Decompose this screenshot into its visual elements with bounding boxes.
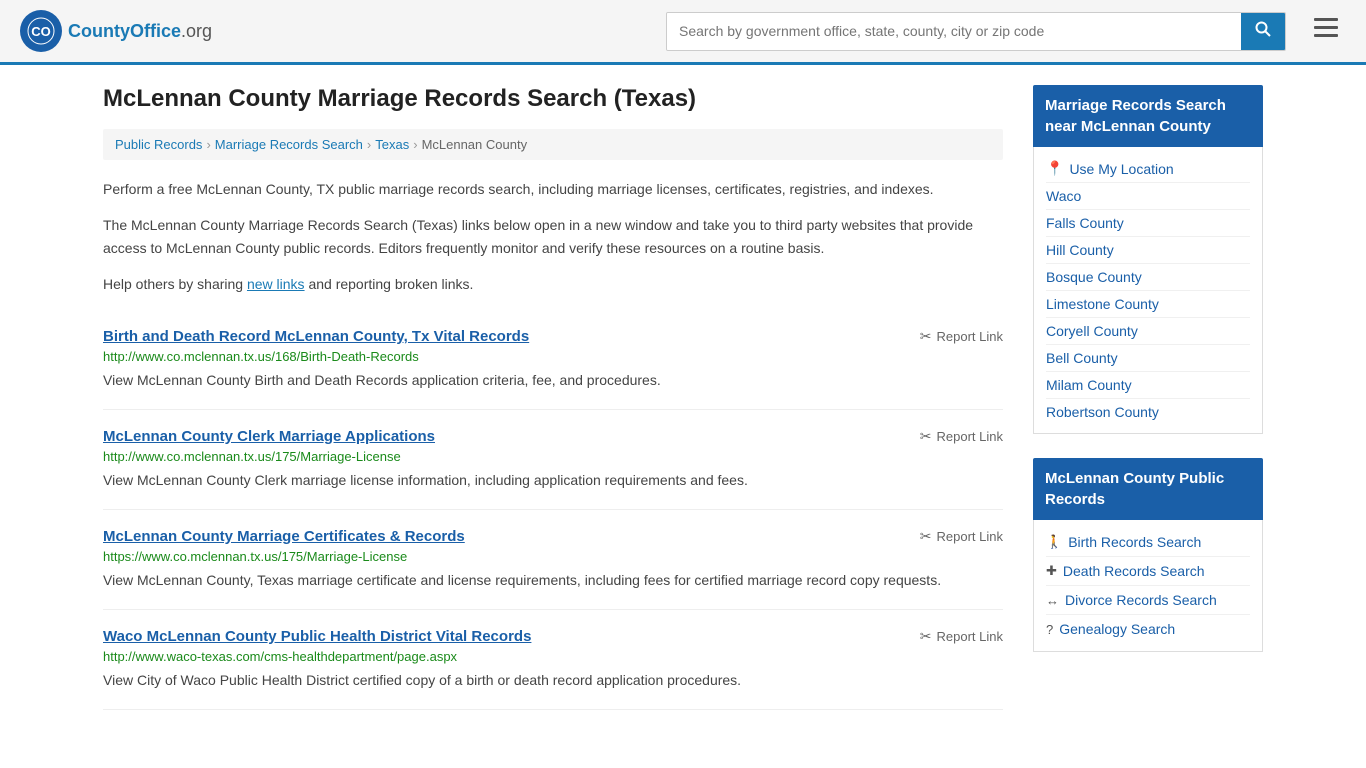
description-p2: The McLennan County Marriage Records Sea…: [103, 214, 1003, 259]
logo-text: CountyOffice.org: [68, 21, 212, 42]
arrows-icon: ↔: [1046, 593, 1059, 608]
use-my-location-link[interactable]: 📍 Use My Location: [1046, 160, 1250, 177]
breadcrumb-sep-2: ›: [367, 137, 371, 152]
logo-icon: CO: [20, 10, 62, 52]
breadcrumb-texas[interactable]: Texas: [375, 137, 409, 152]
result-desc: View McLennan County Clerk marriage lice…: [103, 470, 1003, 491]
genealogy-item[interactable]: ? Genealogy Search: [1046, 615, 1250, 643]
report-link[interactable]: ✂ Report Link: [920, 428, 1003, 445]
report-label: Report Link: [937, 329, 1003, 344]
public-records-header: McLennan County Public Records: [1033, 458, 1263, 520]
report-label: Report Link: [937, 629, 1003, 644]
nearby-section-header: Marriage Records Search near McLennan Co…: [1033, 85, 1263, 147]
result-item: McLennan County Clerk Marriage Applicati…: [103, 410, 1003, 510]
result-item: McLennan County Marriage Certificates & …: [103, 510, 1003, 610]
breadcrumb: Public Records › Marriage Records Search…: [103, 129, 1003, 160]
result-url: https://www.co.mclennan.tx.us/175/Marria…: [103, 549, 1003, 564]
breadcrumb-public-records[interactable]: Public Records: [115, 137, 202, 152]
result-url: http://www.co.mclennan.tx.us/168/Birth-D…: [103, 349, 1003, 364]
divorce-records-item[interactable]: ↔ Divorce Records Search: [1046, 586, 1250, 615]
report-link[interactable]: ✂ Report Link: [920, 328, 1003, 345]
public-records-list: 🚶 Birth Records Search ✚ Death Records S…: [1033, 520, 1263, 652]
divorce-records-link[interactable]: Divorce Records Search: [1065, 592, 1217, 608]
sidebar-item-bosque-county[interactable]: Bosque County: [1046, 264, 1250, 291]
death-records-link[interactable]: Death Records Search: [1063, 563, 1205, 579]
site-header: CO CountyOffice.org: [0, 0, 1366, 65]
question-icon: ?: [1046, 622, 1053, 637]
breadcrumb-sep-3: ›: [413, 137, 417, 152]
sidebar-item-falls-county[interactable]: Falls County: [1046, 210, 1250, 237]
report-icon: ✂: [920, 628, 932, 645]
report-icon: ✂: [920, 528, 932, 545]
result-item: Waco McLennan County Public Health Distr…: [103, 610, 1003, 710]
main-container: McLennan County Marriage Records Search …: [83, 65, 1283, 730]
description-p3: Help others by sharing new links and rep…: [103, 273, 1003, 295]
breadcrumb-sep-1: ›: [206, 137, 210, 152]
sidebar-item-waco[interactable]: Waco: [1046, 183, 1250, 210]
result-title[interactable]: McLennan County Marriage Certificates & …: [103, 528, 465, 545]
birth-records-link[interactable]: Birth Records Search: [1068, 534, 1201, 550]
menu-button[interactable]: [1306, 14, 1346, 48]
sidebar-item-milam-county[interactable]: Milam County: [1046, 372, 1250, 399]
coryell-county-link[interactable]: Coryell County: [1046, 323, 1250, 339]
site-logo[interactable]: CO CountyOffice.org: [20, 10, 212, 52]
result-url: http://www.co.mclennan.tx.us/175/Marriag…: [103, 449, 1003, 464]
report-link[interactable]: ✂ Report Link: [920, 528, 1003, 545]
bosque-county-link[interactable]: Bosque County: [1046, 269, 1250, 285]
result-title[interactable]: Waco McLennan County Public Health Distr…: [103, 628, 531, 645]
public-records-section: McLennan County Public Records 🚶 Birth R…: [1033, 458, 1263, 652]
report-icon: ✂: [920, 328, 932, 345]
limestone-county-link[interactable]: Limestone County: [1046, 296, 1250, 312]
desc-p3-suffix: and reporting broken links.: [305, 276, 474, 292]
result-item: Birth and Death Record McLennan County, …: [103, 310, 1003, 410]
result-title[interactable]: McLennan County Clerk Marriage Applicati…: [103, 428, 435, 445]
sidebar-item-hill-county[interactable]: Hill County: [1046, 237, 1250, 264]
result-url: http://www.waco-texas.com/cms-healthdepa…: [103, 649, 1003, 664]
result-desc: View McLennan County Birth and Death Rec…: [103, 370, 1003, 391]
hill-county-link[interactable]: Hill County: [1046, 242, 1250, 258]
sidebar-item-coryell-county[interactable]: Coryell County: [1046, 318, 1250, 345]
search-bar: [666, 12, 1286, 51]
waco-link[interactable]: Waco: [1046, 188, 1250, 204]
nearby-list: 📍 Use My Location Waco Falls County Hill…: [1033, 147, 1263, 434]
robertson-county-link[interactable]: Robertson County: [1046, 404, 1250, 420]
milam-county-link[interactable]: Milam County: [1046, 377, 1250, 393]
death-records-item[interactable]: ✚ Death Records Search: [1046, 557, 1250, 586]
result-desc: View City of Waco Public Health District…: [103, 670, 1003, 691]
page-title: McLennan County Marriage Records Search …: [103, 85, 1003, 113]
breadcrumb-current: McLennan County: [422, 137, 528, 152]
person-icon: 🚶: [1046, 534, 1062, 550]
search-button[interactable]: [1241, 13, 1285, 50]
sidebar: Marriage Records Search near McLennan Co…: [1033, 85, 1263, 710]
nearby-section: Marriage Records Search near McLennan Co…: [1033, 85, 1263, 434]
genealogy-link[interactable]: Genealogy Search: [1059, 621, 1175, 637]
svg-text:CO: CO: [31, 24, 51, 39]
result-desc: View McLennan County, Texas marriage cer…: [103, 570, 1003, 591]
use-my-location-item[interactable]: 📍 Use My Location: [1046, 155, 1250, 183]
report-icon: ✂: [920, 428, 932, 445]
search-input[interactable]: [667, 13, 1241, 50]
report-label: Report Link: [937, 529, 1003, 544]
sidebar-item-robertson-county[interactable]: Robertson County: [1046, 399, 1250, 425]
results-list: Birth and Death Record McLennan County, …: [103, 310, 1003, 710]
falls-county-link[interactable]: Falls County: [1046, 215, 1250, 231]
location-pin-icon: 📍: [1046, 160, 1063, 177]
cross-icon: ✚: [1046, 563, 1057, 579]
sidebar-item-bell-county[interactable]: Bell County: [1046, 345, 1250, 372]
sidebar-item-limestone-county[interactable]: Limestone County: [1046, 291, 1250, 318]
desc-p3-prefix: Help others by sharing: [103, 276, 247, 292]
new-links-link[interactable]: new links: [247, 276, 305, 292]
bell-county-link[interactable]: Bell County: [1046, 350, 1250, 366]
content-area: McLennan County Marriage Records Search …: [103, 85, 1003, 710]
breadcrumb-marriage-records[interactable]: Marriage Records Search: [215, 137, 363, 152]
description-p1: Perform a free McLennan County, TX publi…: [103, 178, 1003, 200]
report-link[interactable]: ✂ Report Link: [920, 628, 1003, 645]
birth-records-item[interactable]: 🚶 Birth Records Search: [1046, 528, 1250, 557]
report-label: Report Link: [937, 429, 1003, 444]
result-title[interactable]: Birth and Death Record McLennan County, …: [103, 328, 529, 345]
